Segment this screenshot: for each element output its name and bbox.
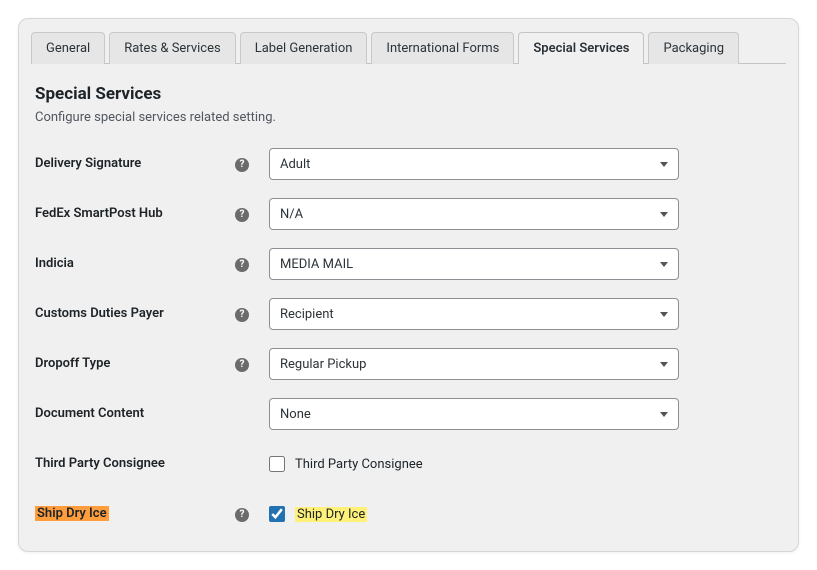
row-smartpost-hub: FedEx SmartPost Hub ? N/A xyxy=(35,197,782,231)
tab-bar: General Rates & Services Label Generatio… xyxy=(19,19,798,63)
tab-special-services[interactable]: Special Services xyxy=(518,32,644,64)
select-indicia[interactable]: MEDIA MAIL xyxy=(269,248,679,280)
label-smartpost-hub: FedEx SmartPost Hub xyxy=(35,206,235,223)
select-value: Adult xyxy=(280,157,310,172)
row-ship-dry-ice: Ship Dry Ice ? Ship Dry Ice xyxy=(35,497,782,531)
section-description: Configure special services related setti… xyxy=(35,110,782,125)
chevron-down-icon xyxy=(660,162,668,167)
select-value: Regular Pickup xyxy=(280,357,366,372)
tab-packaging[interactable]: Packaging xyxy=(648,32,739,64)
label-indicia: Indicia xyxy=(35,256,235,273)
row-dropoff-type: Dropoff Type ? Regular Pickup xyxy=(35,347,782,381)
help-icon[interactable]: ? xyxy=(235,258,249,272)
select-value: N/A xyxy=(280,207,303,222)
help-icon[interactable]: ? xyxy=(235,358,249,372)
select-value: MEDIA MAIL xyxy=(280,257,353,272)
help-icon[interactable]: ? xyxy=(235,508,249,522)
chevron-down-icon xyxy=(660,212,668,217)
checkbox-ship-dry-ice[interactable] xyxy=(269,506,285,522)
select-delivery-signature[interactable]: Adult xyxy=(269,148,679,180)
row-delivery-signature: Delivery Signature ? Adult xyxy=(35,147,782,181)
select-customs-payer[interactable]: Recipient xyxy=(269,298,679,330)
checkbox-label-third-party-consignee: Third Party Consignee xyxy=(295,457,423,472)
checkbox-label-ship-dry-ice: Ship Dry Ice xyxy=(295,507,367,522)
select-value: Recipient xyxy=(280,307,334,322)
select-document-content[interactable]: None xyxy=(269,398,679,430)
label-customs-payer: Customs Duties Payer xyxy=(35,306,235,323)
tab-general[interactable]: General xyxy=(31,32,105,64)
chevron-down-icon xyxy=(660,362,668,367)
select-value: None xyxy=(280,407,311,422)
select-smartpost-hub[interactable]: N/A xyxy=(269,198,679,230)
row-customs-payer: Customs Duties Payer ? Recipient xyxy=(35,297,782,331)
label-delivery-signature: Delivery Signature xyxy=(35,156,235,173)
label-ship-dry-ice: Ship Dry Ice xyxy=(35,506,235,523)
label-third-party-consignee: Third Party Consignee xyxy=(35,456,235,473)
label-document-content: Document Content xyxy=(35,406,235,423)
settings-panel: General Rates & Services Label Generatio… xyxy=(18,18,799,552)
chevron-down-icon xyxy=(660,312,668,317)
chevron-down-icon xyxy=(660,412,668,417)
help-icon[interactable]: ? xyxy=(235,208,249,222)
help-icon[interactable]: ? xyxy=(235,158,249,172)
highlighted-checkbox-label: Ship Dry Ice xyxy=(295,507,367,522)
tab-rates-services[interactable]: Rates & Services xyxy=(109,32,235,64)
help-icon[interactable]: ? xyxy=(235,308,249,322)
row-third-party-consignee: Third Party Consignee Third Party Consig… xyxy=(35,447,782,481)
row-indicia: Indicia ? MEDIA MAIL xyxy=(35,247,782,281)
section-title: Special Services xyxy=(35,84,782,104)
tab-label-generation[interactable]: Label Generation xyxy=(240,32,368,64)
label-dropoff-type: Dropoff Type xyxy=(35,356,235,373)
row-document-content: Document Content None xyxy=(35,397,782,431)
tab-international-forms[interactable]: International Forms xyxy=(371,32,514,64)
highlighted-label: Ship Dry Ice xyxy=(35,506,109,521)
select-dropoff-type[interactable]: Regular Pickup xyxy=(269,348,679,380)
chevron-down-icon xyxy=(660,262,668,267)
checkbox-third-party-consignee[interactable] xyxy=(269,456,285,472)
tab-content: Special Services Configure special servi… xyxy=(19,64,798,551)
